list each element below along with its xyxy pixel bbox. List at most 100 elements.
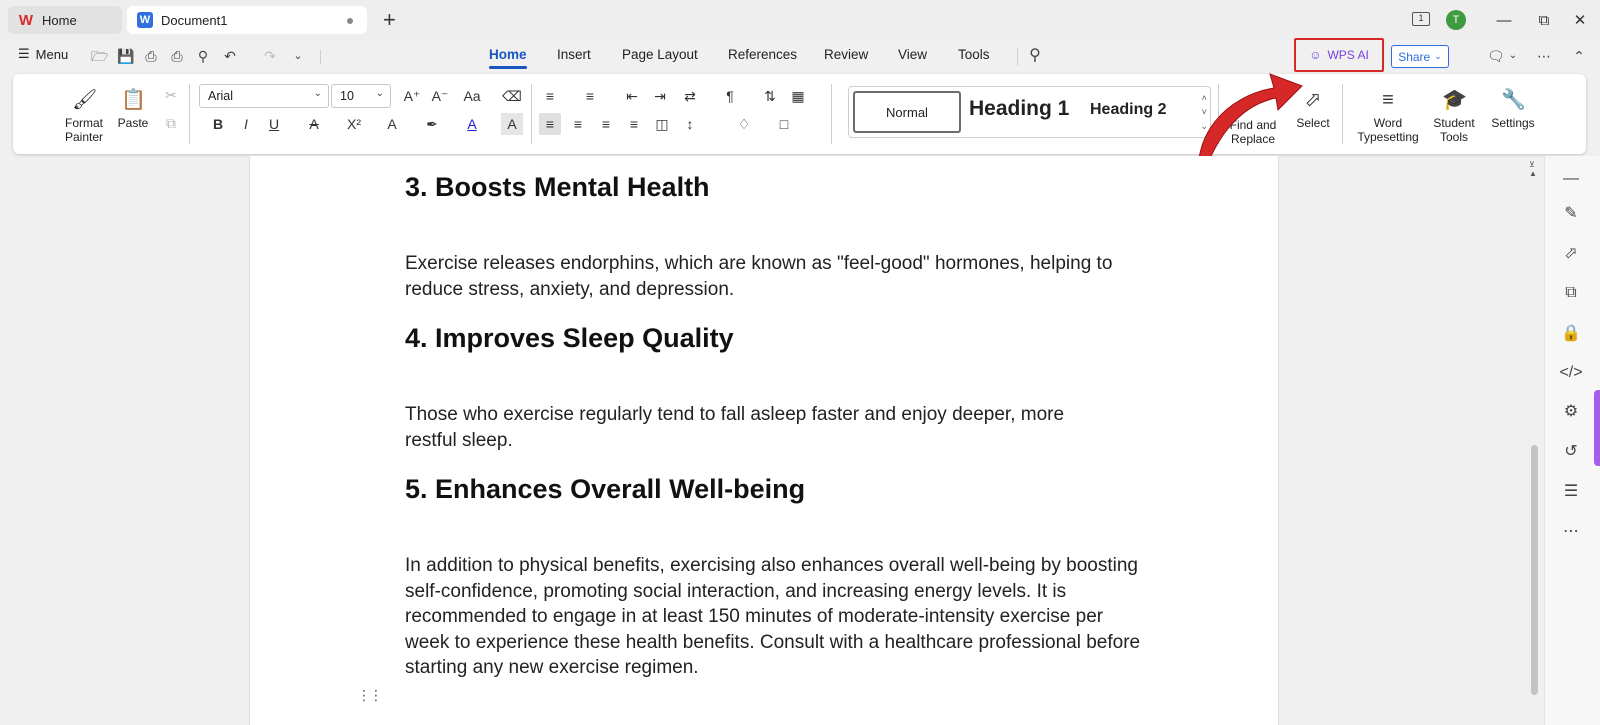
unsaved-dot-icon[interactable] [347, 18, 353, 24]
redo-icon[interactable]: ↷ [262, 48, 278, 64]
graduation-cap-icon: 🎓 [1442, 89, 1467, 111]
tab-home[interactable]: W Home [8, 6, 122, 34]
format-painter-icon: 🖌 [72, 89, 98, 111]
drag-handle-icon[interactable]: ⋮⋮ [357, 688, 383, 702]
tab-ribbon-view[interactable]: View [898, 47, 927, 62]
restore-button[interactable]: ⧉ [1532, 8, 1556, 32]
tab-document[interactable]: W Document1 [127, 6, 367, 34]
collapse-ribbon-icon[interactable]: ⌃ [1571, 48, 1587, 64]
ribbon: 🖌 Format Painter 📋 Paste ✂ ⧉ Arial ⌄ 10 … [13, 74, 1586, 154]
bullets-icon[interactable]: ≡ [539, 85, 561, 107]
edit-pen-icon[interactable]: ✎ [1560, 202, 1582, 224]
superscript-icon[interactable]: X² [343, 113, 365, 135]
tab-ribbon-home[interactable]: Home [489, 47, 527, 69]
history-icon[interactable]: ↺ [1560, 440, 1582, 462]
italic-icon[interactable]: I [235, 113, 257, 135]
open-folder-icon[interactable]: 🗁 [91, 48, 108, 64]
paragraph-mark-icon[interactable]: ¶ [719, 85, 741, 107]
search-icon[interactable]: ⚲ [1027, 48, 1043, 64]
align-center-icon[interactable]: ≡ [567, 113, 589, 135]
line-spacing-icon[interactable]: ↕ [679, 113, 701, 135]
comment-dropdown-icon[interactable]: ⌄ [1505, 48, 1521, 64]
font-name-select[interactable]: Arial ⌄ [199, 84, 329, 108]
tab-home-label: Home [42, 12, 77, 28]
style-normal[interactable]: Normal [853, 91, 961, 133]
style-heading-1[interactable]: Heading 1 [969, 97, 1077, 121]
scroll-up-icon[interactable]: ⊻ ▲ [1529, 160, 1537, 178]
increase-font-icon[interactable]: A⁺ [401, 85, 423, 107]
font-size-value: 10 [340, 89, 354, 103]
bold-icon[interactable]: B [207, 113, 229, 135]
save-icon[interactable]: 💾 [117, 48, 134, 64]
copy-icon[interactable]: ⧉ [160, 112, 182, 134]
tab-ribbon-references[interactable]: References [728, 47, 797, 62]
page-count-icon[interactable]: 1 [1412, 12, 1430, 26]
minimize-panel-icon[interactable]: — [1560, 168, 1582, 190]
copy-pages-icon[interactable]: ⧉ [1560, 282, 1582, 304]
section-heading: 4. Improves Sleep Quality [405, 323, 734, 353]
borders-icon[interactable]: □ [773, 113, 795, 135]
export-pdf-icon[interactable]: ⎙ [143, 48, 159, 64]
tab-ribbon-review[interactable]: Review [824, 47, 868, 62]
sort-icon[interactable]: ⇅ [759, 85, 781, 107]
wps-ai-button[interactable]: ☺ WPS AI [1294, 38, 1384, 72]
paste-button[interactable]: 📋 Paste [111, 88, 155, 130]
styles-gallery: Normal Heading 1 Heading 2 ˄ ˅ ⌄ [848, 86, 1211, 138]
undo-icon[interactable]: ↶ [222, 48, 238, 64]
tab-ribbon-tools[interactable]: Tools [958, 47, 990, 62]
align-right-icon[interactable]: ≡ [595, 113, 617, 135]
share-button[interactable]: Share ⌄ [1391, 45, 1449, 68]
style-heading-2[interactable]: Heading 2 [1090, 101, 1166, 119]
tab-ribbon-page-layout[interactable]: Page Layout [622, 47, 698, 62]
select-cursor-icon[interactable]: ⬀ [1560, 242, 1582, 264]
settings-button[interactable]: 🔧 Settings [1485, 88, 1541, 130]
section-paragraph: In addition to physical benefits, exerci… [405, 555, 1141, 678]
character-shading-icon[interactable]: A [501, 113, 523, 135]
close-button[interactable]: ✕ [1568, 8, 1592, 32]
more-options-icon[interactable]: ⋯ [1536, 48, 1552, 64]
vertical-scrollbar[interactable] [1531, 445, 1538, 695]
lock-icon[interactable]: 🔒 [1560, 322, 1582, 344]
section-paragraph: Exercise releases endorphins, which are … [405, 253, 1113, 300]
highlight-icon[interactable]: ✒ [421, 113, 443, 135]
wps-logo-icon: W [18, 11, 34, 29]
distribute-icon[interactable]: ◫ [651, 113, 673, 135]
outline-icon[interactable]: ☰ [1560, 480, 1582, 502]
more-icon[interactable]: ⋯ [1560, 520, 1582, 542]
strikethrough-icon[interactable]: A [303, 113, 325, 135]
code-icon[interactable]: </> [1559, 362, 1582, 384]
menu-button[interactable]: ☰ Menu [18, 46, 68, 62]
chevron-down-icon: ⌄ [1434, 51, 1442, 61]
increase-indent-icon[interactable]: ⇥ [649, 85, 671, 107]
print-preview-icon[interactable]: ⚲ [195, 48, 211, 64]
new-tab-button[interactable]: + [383, 8, 396, 32]
quick-access-dropdown-icon[interactable]: ⌄ [290, 48, 306, 64]
decrease-font-icon[interactable]: A⁻ [429, 85, 451, 107]
cut-icon[interactable]: ✂ [160, 84, 182, 106]
justify-icon[interactable]: ≡ [623, 113, 645, 135]
ai-side-tab[interactable] [1594, 390, 1600, 466]
font-color-icon[interactable]: A [461, 113, 483, 135]
text-effect-icon[interactable]: A [381, 113, 403, 135]
underline-icon[interactable]: U [263, 113, 285, 135]
decrease-indent-icon[interactable]: ⇤ [621, 85, 643, 107]
ruler-icon[interactable]: ▦ [787, 85, 809, 107]
align-left-icon[interactable]: ≡ [539, 113, 561, 135]
minimize-button[interactable]: — [1492, 8, 1516, 32]
font-size-select[interactable]: 10 ⌄ [331, 84, 391, 108]
clear-format-icon[interactable]: ⌫ [501, 85, 523, 107]
text-direction-icon[interactable]: ⇄ [679, 85, 701, 107]
adjust-sliders-icon[interactable]: ⚙ [1560, 400, 1582, 422]
student-tools-button[interactable]: 🎓 Student Tools [1427, 88, 1481, 144]
numbering-icon[interactable]: ≡ [579, 85, 601, 107]
change-case-icon[interactable]: Aa [461, 85, 483, 107]
tab-ribbon-insert[interactable]: Insert [557, 47, 591, 62]
avatar[interactable]: T [1446, 10, 1466, 30]
format-painter-button[interactable]: 🖌 Format Painter [59, 88, 109, 144]
word-typesetting-button[interactable]: ≡ Word Typesetting [1353, 88, 1423, 144]
comment-icon[interactable]: 🗨 [1487, 48, 1505, 64]
clipboard-icon: 📋 [121, 89, 146, 111]
wps-ai-icon: ☺ [1309, 48, 1322, 62]
shading-icon[interactable]: ♢ [733, 113, 755, 135]
print-icon[interactable]: ⎙ [169, 48, 185, 64]
